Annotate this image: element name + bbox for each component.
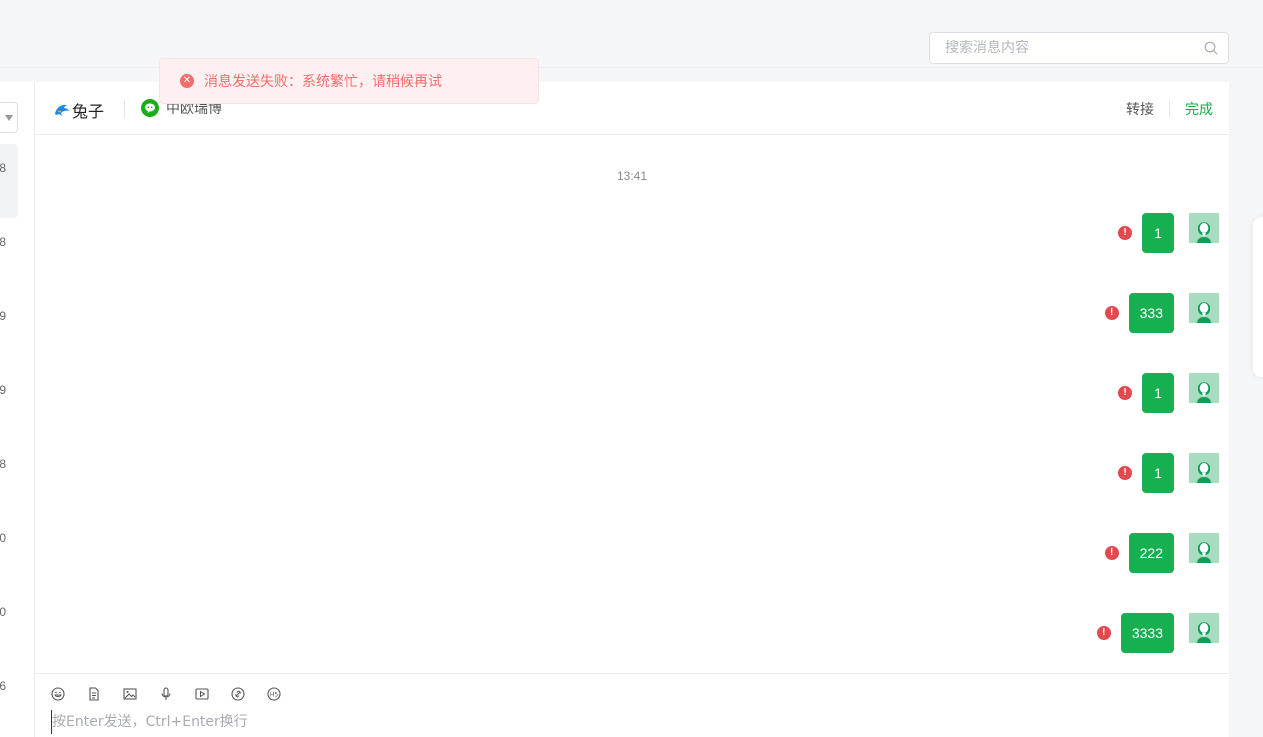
conversation-time: 6 [0,679,6,693]
conversation-time: 0 [0,605,6,619]
image-button[interactable] [123,685,159,703]
message-row: ! 222 [1104,533,1219,573]
message-bubble[interactable]: 222 [1128,533,1174,573]
close-circle-icon: ✕ [180,74,194,88]
agent-avatar [1189,533,1219,563]
contact-info: 兔子 [53,98,104,122]
agent-avatar [1189,373,1219,403]
message-bubble[interactable]: 3333 [1120,613,1174,653]
message-row: ! 333 [1104,293,1219,333]
side-floating-panel[interactable] [1253,217,1263,377]
actions-divider [1169,101,1170,117]
conversation-list: 8 8 9 9 8 0 0 6 [0,82,34,737]
conversation-item[interactable]: 0 [0,588,18,662]
error-toast: ✕ 消息发送失败：系统繁忙，请稍候再试 [159,58,539,104]
header-divider [124,100,125,118]
microphone-icon [161,687,171,700]
message-row: ! 1 [1118,453,1219,493]
file-button[interactable] [87,685,123,703]
search-input[interactable] [930,33,1228,63]
message-row: ! 1 [1118,373,1219,413]
message-bubble[interactable]: 1 [1142,213,1174,253]
conversation-item[interactable]: 9 [0,292,18,366]
search-icon[interactable] [1204,41,1218,55]
video-button[interactable] [195,685,231,703]
conversation-item[interactable]: 0 [0,514,18,588]
composer-toolbar: H5 [51,685,303,703]
message-bubble[interactable]: 1 [1142,453,1174,493]
video-icon [195,688,209,700]
send-failed-icon[interactable]: ! [1104,546,1119,560]
conversation-time: 8 [0,457,6,471]
message-input[interactable] [51,710,1151,734]
agent-avatar [1189,293,1219,323]
message-bubble[interactable]: 1 [1142,373,1174,413]
send-failed-icon[interactable]: ! [1118,226,1132,240]
message-bubble[interactable]: 333 [1128,293,1174,333]
conversation-time: 0 [0,531,6,545]
link-button[interactable] [231,685,267,703]
contact-name: 兔子 [72,102,105,121]
message-timestamp: 13:41 [616,169,648,183]
conversation-item[interactable]: 8 [0,144,18,218]
agent-avatar [1189,213,1219,243]
conversation-time: 8 [0,161,6,175]
image-icon [123,688,137,700]
svg-text:H5: H5 [270,691,279,698]
emoji-button[interactable] [51,685,87,703]
conversation-item[interactable]: 8 [0,218,18,292]
file-icon [89,687,99,701]
conversation-filter-select[interactable] [0,102,18,133]
composer-divider [35,673,1229,674]
conversation-time: 8 [0,235,6,249]
chat-panel: 兔子 中欧瑞博 转接 完成 13:41 ! 1 ! 333 ! 1 ! 1 ! … [34,82,1229,737]
conversation-time: 9 [0,309,6,323]
message-row: ! 1 [1118,213,1219,253]
toast-message: 消息发送失败：系统繁忙，请稍候再试 [204,74,442,90]
header-actions: 转接 完成 [1126,99,1213,119]
send-failed-icon[interactable]: ! [1118,386,1132,400]
done-button[interactable]: 完成 [1185,99,1213,119]
emoji-icon [51,687,65,701]
link-icon [231,687,245,701]
wechat-icon [141,99,159,117]
dolphin-icon [55,104,69,116]
conversation-item[interactable]: 6 [0,662,18,736]
conversation-time: 9 [0,383,6,397]
caret-down-icon [5,115,13,121]
conversation-item[interactable]: 9 [0,366,18,440]
send-failed-icon[interactable]: ! [1118,466,1132,480]
h5-button[interactable]: H5 [267,685,303,703]
conversation-item[interactable]: 8 [0,440,18,514]
voice-button[interactable] [159,685,195,703]
agent-avatar [1189,453,1219,483]
send-failed-icon[interactable]: ! [1104,306,1119,320]
transfer-button[interactable]: 转接 [1126,99,1154,119]
agent-avatar [1189,613,1219,643]
message-row: ! 3333 [1096,613,1219,653]
send-failed-icon[interactable]: ! [1096,626,1111,640]
message-search[interactable] [929,32,1229,64]
h5-icon: H5 [267,687,281,701]
